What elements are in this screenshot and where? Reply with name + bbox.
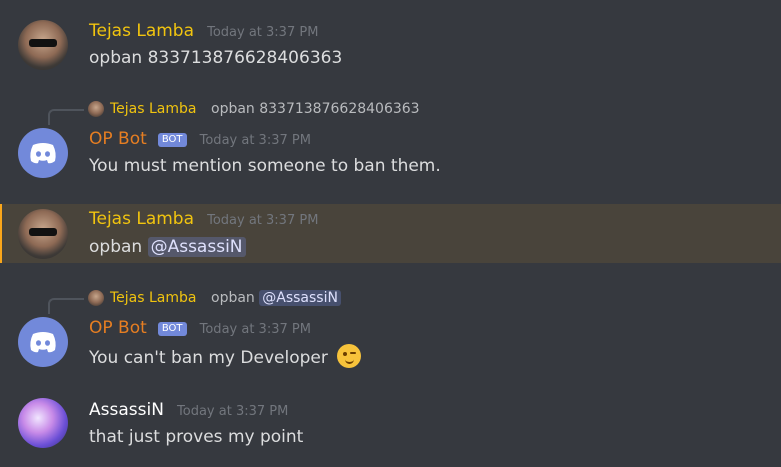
message-body: You can't ban my Developer [89,344,362,368]
timestamp: Today at 3:37 PM [199,133,311,148]
timestamp: Today at 3:37 PM [177,404,289,419]
reply-body: opban @AssassiN [211,288,341,308]
timestamp: Today at 3:37 PM [207,25,319,40]
bot-badge: BOT [157,133,187,147]
message-body: opban @AssassiN [89,235,246,259]
author-name[interactable]: Tejas Lamba [89,209,194,229]
message-text: opban [89,237,143,257]
user-mention[interactable]: @AssassiN [259,290,341,306]
timestamp: Today at 3:37 PM [207,213,319,228]
message-text: You must mention someone to ban them. [89,156,441,176]
reply-author[interactable]: Tejas Lamba [110,99,196,119]
author-name[interactable]: OP Bot [89,318,147,338]
bot-badge: BOT [157,322,187,336]
timestamp: Today at 3:37 PM [199,322,311,337]
message-text: opban 833713876628406363 [89,48,343,68]
reply-spine [48,109,84,125]
reply-text: opban [211,290,255,306]
author-name[interactable]: OP Bot [89,129,147,149]
author-name[interactable]: Tejas Lamba [89,21,194,41]
reply-text: opban 833713876628406363 [211,101,420,117]
avatar[interactable] [18,398,68,448]
wink-emoji-icon[interactable] [337,344,362,368]
avatar[interactable] [18,128,68,178]
avatar[interactable] [18,20,68,70]
reply-avatar [88,290,104,306]
message-text: You can't ban my Developer [89,348,328,368]
discord-logo-icon [30,332,56,353]
avatar[interactable] [18,209,68,259]
author-name[interactable]: AssassiN [89,400,164,420]
reply-spine [48,298,84,314]
user-mention[interactable]: @AssassiN [147,237,246,257]
reply-avatar [88,101,104,117]
discord-logo-icon [30,143,56,164]
reply-author[interactable]: Tejas Lamba [110,288,196,308]
avatar[interactable] [18,317,68,367]
message-text: that just proves my point [89,427,304,447]
